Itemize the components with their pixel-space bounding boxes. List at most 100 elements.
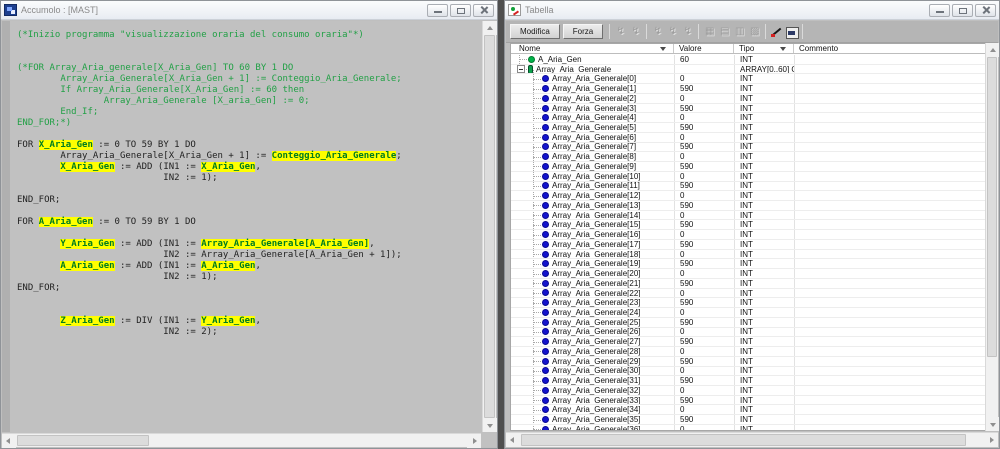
column-header-tipo[interactable]: Tipo	[734, 44, 794, 53]
close-button[interactable]	[975, 4, 996, 17]
vscroll-thumb[interactable]	[484, 35, 495, 418]
cell-comment	[794, 386, 989, 395]
table-columns-icon: ▦	[702, 25, 717, 39]
table-row[interactable]: Array_Aria_Generale[22]0INT	[511, 289, 989, 299]
st-section-icon	[4, 4, 17, 16]
table-row[interactable]: Array_Aria_Generale[2]0INT	[511, 94, 989, 104]
scroll-right-icon[interactable]	[467, 434, 481, 448]
scroll-down-icon[interactable]	[986, 417, 999, 431]
table-row[interactable]: Array_Aria_Generale[15]590INT	[511, 220, 989, 230]
grid-header: NomeValoreTipoCommento	[511, 44, 989, 54]
scroll-left-icon[interactable]	[506, 433, 520, 447]
table-row[interactable]: Array_Aria_Generale[19]590INT	[511, 259, 989, 269]
array-icon	[528, 65, 533, 74]
scroll-down-icon[interactable]	[483, 418, 497, 432]
scroll-left-icon[interactable]	[2, 434, 16, 448]
table-row[interactable]: Array_Aria_Generale[3]590INT	[511, 104, 989, 114]
int-format-icon[interactable]	[784, 25, 799, 39]
cell-type: INT	[734, 240, 794, 249]
table-row[interactable]: Array_Aria_Generale[10]0INT	[511, 172, 989, 182]
table-row[interactable]: Array_Aria_Generale[28]0INT	[511, 347, 989, 357]
code-text: IN2 := 2);	[17, 327, 217, 337]
editor-hscrollbar[interactable]	[2, 433, 481, 447]
table-titlebar[interactable]: Tabella	[505, 1, 999, 20]
table-row[interactable]: Array_Aria_Generale[33]590INT	[511, 396, 989, 406]
cell-type: INT	[734, 405, 794, 414]
table-row[interactable]: Array_Aria_Generale[25]590INT	[511, 318, 989, 328]
animated-variable: X_Aria_Gen	[39, 140, 93, 150]
table-row[interactable]: Array_Aria_Generale[16]0INT	[511, 230, 989, 240]
table-row[interactable]: Array_Aria_Generale[17]590INT	[511, 240, 989, 250]
table-row[interactable]: Array_Aria_GeneraleARRAY[0..60] O...	[511, 65, 989, 75]
table-row[interactable]: Array_Aria_Generale[4]0INT	[511, 113, 989, 123]
table-row[interactable]: Array_Aria_Generale[26]0INT	[511, 328, 989, 338]
cell-type: INT	[734, 259, 794, 268]
variable-name: Array_Aria_Generale[15]	[552, 220, 641, 229]
table-row[interactable]: Array_Aria_Generale[27]590INT	[511, 337, 989, 347]
code-text: := 0 TO 59 BY 1 DO	[93, 217, 196, 227]
variable-name: Array_Aria_Generale[35]	[552, 415, 641, 424]
vscroll-thumb[interactable]	[987, 57, 997, 357]
maximize-button[interactable]	[952, 4, 973, 17]
scroll-up-icon[interactable]	[483, 21, 497, 35]
cell-value: 590	[674, 182, 734, 191]
table-row[interactable]: Array_Aria_Generale[5]590INT	[511, 123, 989, 133]
table-row[interactable]: Array_Aria_Generale[32]0INT	[511, 386, 989, 396]
table-hscrollbar[interactable]	[506, 432, 998, 447]
table-row[interactable]: Array_Aria_Generale[18]0INT	[511, 250, 989, 260]
table-row[interactable]: Array_Aria_Generale[23]590INT	[511, 298, 989, 308]
minimize-button[interactable]	[427, 4, 448, 17]
cell-value: 0	[674, 172, 734, 181]
table-row[interactable]: Array_Aria_Generale[12]0INT	[511, 191, 989, 201]
column-header-valore[interactable]: Valore	[674, 44, 734, 53]
maximize-button[interactable]	[450, 4, 471, 17]
table-row[interactable]: Array_Aria_Generale[35]590INT	[511, 415, 989, 425]
blue-circle-icon	[542, 406, 549, 413]
table-row[interactable]: Array_Aria_Generale[29]590INT	[511, 357, 989, 367]
table-row[interactable]: Array_Aria_Generale[6]0INT	[511, 133, 989, 143]
close-button[interactable]	[473, 4, 494, 17]
cell-name: Array_Aria_Generale	[511, 65, 674, 74]
animated-variable: A_Aria_Gen	[201, 261, 255, 271]
tree-line	[533, 147, 541, 148]
hscroll-thumb[interactable]	[17, 435, 149, 446]
filter-dropdown-icon[interactable]	[780, 47, 786, 51]
toolbar-separator	[765, 24, 766, 39]
filter-dropdown-icon[interactable]	[660, 47, 666, 51]
cell-comment	[794, 250, 989, 259]
table-row[interactable]: Array_Aria_Generale[9]590INT	[511, 162, 989, 172]
force-to-0-icon: ↯	[650, 25, 665, 39]
table-row[interactable]: Array_Aria_Generale[11]590INT	[511, 182, 989, 192]
editor-vscrollbar[interactable]	[482, 21, 496, 432]
table-row[interactable]: Array_Aria_Generale[20]0INT	[511, 269, 989, 279]
blue-circle-icon	[542, 328, 549, 335]
scroll-right-icon[interactable]	[984, 433, 998, 447]
modifica-button[interactable]: Modifica	[510, 24, 560, 39]
code-line: Array_Aria_Generale[X_Aria_Gen + 1] := C…	[17, 74, 481, 85]
variable-name: Array_Aria_Generale[12]	[552, 191, 641, 200]
table-row[interactable]: Array_Aria_Generale[8]0INT	[511, 152, 989, 162]
table-row[interactable]: Array_Aria_Generale[13]590INT	[511, 201, 989, 211]
table-row[interactable]: A_Aria_Gen60INT	[511, 55, 989, 65]
column-header-commento[interactable]: Commento	[794, 44, 989, 53]
table-row[interactable]: Array_Aria_Generale[30]0INT	[511, 367, 989, 377]
code-area[interactable]: (*Inizio programma "visualizzazione orar…	[10, 21, 481, 432]
table-row[interactable]: Array_Aria_Generale[31]590INT	[511, 376, 989, 386]
column-header-nome[interactable]: Nome	[511, 44, 674, 53]
table-row[interactable]: Array_Aria_Generale[0]0INT	[511, 74, 989, 84]
table-row[interactable]: Array_Aria_Generale[14]0INT	[511, 211, 989, 221]
collapse-toggle[interactable]	[517, 65, 525, 73]
modification-mode-icon[interactable]	[769, 25, 784, 39]
hscroll-thumb[interactable]	[521, 434, 966, 446]
table-vscrollbar[interactable]	[985, 43, 998, 431]
minimize-button[interactable]	[929, 4, 950, 17]
table-row[interactable]: Array_Aria_Generale[7]590INT	[511, 143, 989, 153]
scroll-up-icon[interactable]	[986, 43, 999, 57]
forza-button[interactable]: Forza	[563, 24, 603, 39]
editor-titlebar[interactable]: Accumolo : [MAST]	[1, 1, 497, 20]
table-row[interactable]: Array_Aria_Generale[34]0INT	[511, 405, 989, 415]
table-row[interactable]: Array_Aria_Generale[21]590INT	[511, 279, 989, 289]
table-row[interactable]: Array_Aria_Generale[24]0INT	[511, 308, 989, 318]
table-row[interactable]: Array_Aria_Generale[1]590INT	[511, 84, 989, 94]
table-row[interactable]: Array_Aria_Generale[36]0INT	[511, 425, 989, 430]
